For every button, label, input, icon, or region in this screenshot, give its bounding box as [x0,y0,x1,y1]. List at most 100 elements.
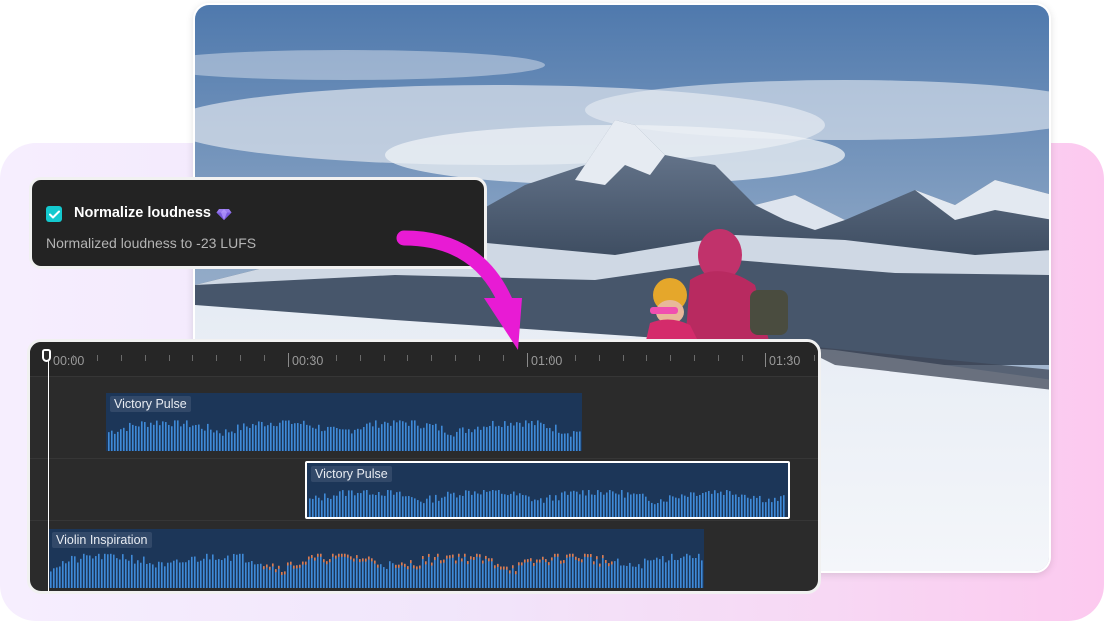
waveform-bar [591,494,593,517]
waveform-bar [417,500,419,517]
waveform-bar [95,556,97,588]
waveform-peak [368,556,370,560]
waveform-bar [309,498,311,517]
waveform-peak [509,570,511,574]
audio-timeline[interactable]: 00:00 00:30 01:00 01:30 Victory Pulse Vi… [27,339,821,594]
waveform-peak [398,564,400,568]
waveform-bar [677,560,679,588]
waveform-bar [276,426,278,451]
waveform-peak [377,564,379,568]
waveform-bar [135,425,137,451]
waveform-bar [429,495,431,517]
audio-clip-violin-inspiration[interactable]: Violin Inspiration [48,529,704,588]
waveform-bar [80,558,82,588]
waveform-peak [278,565,280,569]
waveform-peak [566,554,568,558]
waveform-bar [116,558,118,588]
waveform-bar [287,562,289,588]
waveform-peak [602,555,604,559]
waveform-bar [455,560,457,588]
waveform-bar [338,553,340,588]
waveform-bar [549,427,551,451]
ruler-tick [312,355,313,361]
waveform-bar [345,495,347,517]
waveform-peak [326,561,328,565]
waveform-peak [302,561,304,565]
waveform-peak [494,565,496,569]
waveform-bar [624,497,626,517]
ruler-tick [551,355,552,361]
waveform-bar [768,498,770,517]
clip-label: Violin Inspiration [52,532,152,548]
playhead-handle[interactable] [42,349,51,362]
waveform-bar [774,497,776,517]
waveform-bar [528,423,530,451]
waveform-bar [315,428,317,451]
waveform-bar [366,490,368,517]
waveform-bar [732,494,734,517]
waveform-peak [530,558,532,562]
waveform-bar [452,554,454,588]
waveform-bar [665,562,667,588]
waveform-bar [477,426,479,451]
waveform-bar [587,554,589,588]
waveform-bar [369,422,371,451]
waveform-bar [671,553,673,588]
waveform-peak [353,558,355,562]
audio-clip-victory-pulse[interactable]: Victory Pulse [106,393,582,451]
normalize-checkbox[interactable] [46,206,62,222]
waveform-peak [401,562,403,566]
waveform-bar [372,426,374,451]
waveform-bar [615,493,617,517]
waveform-bar [585,495,587,517]
waveform-bar [426,423,428,451]
waveform-bar [59,566,61,588]
waveform-bar [344,553,346,588]
waveform-bar [695,557,697,588]
waveform-bar [590,554,592,588]
waveform-bar [342,490,344,517]
waveform-bar [443,559,445,588]
waveform-peak [263,566,265,570]
waveform-bar [533,562,535,588]
waveform-bar [780,496,782,517]
waveform-bar [549,494,551,517]
waveform-bar [252,423,254,451]
waveform-peak [446,555,448,559]
waveform-bar [363,490,365,517]
waveform-peak [395,564,397,568]
waveform-bar [324,430,326,451]
waveform-bar [126,430,128,451]
waveform-bar [407,566,409,588]
waveform-bar [579,494,581,517]
waveform-bar [341,553,343,588]
waveform-bar [465,490,467,517]
playhead[interactable] [48,352,49,591]
waveform-peak [347,554,349,558]
waveform-bar [158,561,160,588]
waveform-bar [170,562,172,588]
waveform-bar [447,434,449,451]
waveform-bar [384,421,386,451]
waveform-bar [131,554,133,588]
waveform-bar [744,494,746,517]
waveform-bar [765,502,767,517]
waveform-bar [345,429,347,451]
waveform-peak [524,559,526,563]
waveform-bar [153,424,155,451]
waveform-bar [122,554,124,588]
waveform-bar [237,424,239,451]
waveform-bar [144,422,146,451]
waveform-bar [161,562,163,588]
waveform-bar [578,558,580,588]
waveform-bar [567,433,569,451]
waveform-bar [269,566,271,588]
waveform-bar [206,553,208,588]
waveform-bar [303,420,305,451]
waveform-bar [332,553,334,588]
waveform-bar [626,565,628,588]
waveform-bar [141,421,143,451]
waveform-bar [504,494,506,517]
audio-clip-victory-pulse-selected[interactable]: Victory Pulse [305,461,790,519]
waveform-bar [588,490,590,517]
